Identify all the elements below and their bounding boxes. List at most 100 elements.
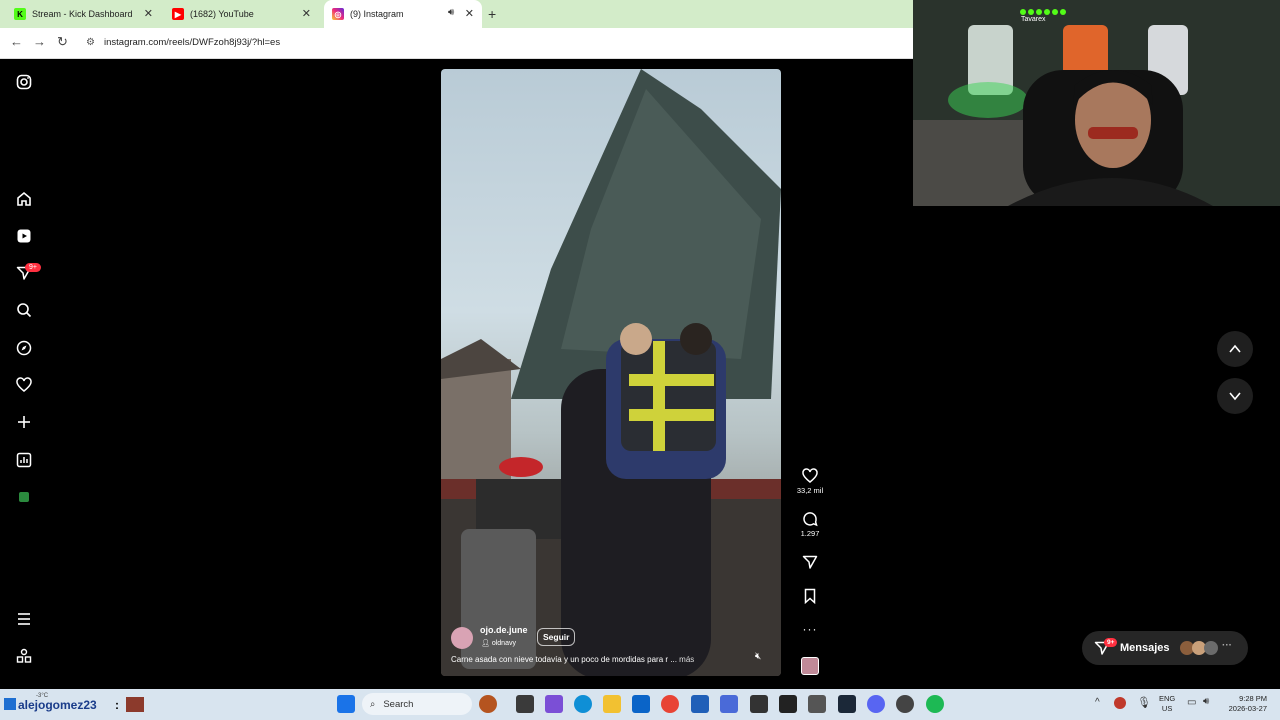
site-info-icon[interactable]: ⚙︎ xyxy=(86,37,95,48)
more-link[interactable]: más xyxy=(679,655,694,664)
comment-count: 1.297 xyxy=(800,529,820,538)
copilot-icon[interactable] xyxy=(545,695,563,713)
instagram-logo-icon[interactable] xyxy=(14,72,34,92)
apps-icon[interactable] xyxy=(14,646,34,666)
volume-icon[interactable]: 🔊︎ xyxy=(1203,696,1209,707)
audio-name: oldnavy xyxy=(491,640,516,647)
menu-icon[interactable] xyxy=(14,609,34,629)
obs-icon[interactable] xyxy=(896,695,914,713)
audio-label[interactable]: 👤︎ oldnavy xyxy=(481,639,516,647)
apps-grid-icon[interactable] xyxy=(750,695,768,713)
reel-scene-image xyxy=(441,69,781,676)
messages-label: Mensajes xyxy=(1120,642,1170,654)
chevron-down-icon xyxy=(1229,392,1241,401)
tray-app-icon[interactable] xyxy=(1114,697,1126,709)
share-button[interactable] xyxy=(796,554,824,572)
close-tab-icon[interactable]: ✕ xyxy=(302,7,311,20)
tab-instagram[interactable]: ◎ (9) Instagram 🔊︎ ✕ xyxy=(324,0,482,28)
search-icon[interactable] xyxy=(14,300,34,320)
webcam-overlay-text: Tavarex xyxy=(1021,16,1046,23)
file-explorer-icon[interactable] xyxy=(603,695,621,713)
search-icon: ⌕ xyxy=(370,698,376,710)
chrome-icon[interactable] xyxy=(661,695,679,713)
capcut-icon[interactable] xyxy=(779,695,797,713)
spotify-icon[interactable] xyxy=(926,695,944,713)
notepad-icon[interactable] xyxy=(808,695,826,713)
instagram-icon: ◎ xyxy=(332,8,344,20)
like-count: 33,2 mil xyxy=(796,486,824,495)
previous-reel-button[interactable] xyxy=(1217,331,1253,367)
tab-kick-dashboard[interactable]: K Stream - Kick Dashboard ✕ xyxy=(6,0,161,28)
reel-caption[interactable]: Carne asada con nieve todavía y un poco … xyxy=(451,655,694,664)
taskbar-search[interactable]: ⌕ Search xyxy=(362,693,472,715)
widget-icon[interactable] xyxy=(479,695,497,713)
heart-icon xyxy=(802,468,818,483)
close-tab-icon[interactable]: ✕ xyxy=(144,7,153,20)
save-button[interactable] xyxy=(796,588,824,606)
reel-video[interactable]: ojo.de.june 👤︎ oldnavy Seguir Carne asad… xyxy=(441,69,781,676)
author-username[interactable]: ojo.de.june xyxy=(480,625,528,635)
dashboard-icon[interactable] xyxy=(14,450,34,470)
colon-separator: : xyxy=(115,698,119,712)
edge-icon[interactable] xyxy=(574,695,592,713)
new-tab-button[interactable]: + xyxy=(488,6,496,22)
author-avatar[interactable] xyxy=(451,627,473,649)
more-icon: ··· xyxy=(1222,640,1232,651)
share-icon xyxy=(802,555,818,569)
steam-icon[interactable] xyxy=(838,695,856,713)
next-reel-button[interactable] xyxy=(1217,378,1253,414)
like-button[interactable]: 33,2 mil xyxy=(796,468,824,495)
speaker-icon[interactable]: 🔊︎ xyxy=(448,7,454,18)
language-indicator[interactable]: ENG US xyxy=(1159,694,1175,714)
forward-icon[interactable]: → xyxy=(33,34,46,49)
windows-start-icon[interactable] xyxy=(337,695,355,713)
vpn-icon[interactable] xyxy=(720,695,738,713)
search-placeholder: Search xyxy=(383,698,414,710)
reels-icon[interactable] xyxy=(14,226,34,246)
notification-badge: 9+ xyxy=(25,263,41,272)
url-field[interactable]: instagram.com/reels/DWFzoh8j93j/?hl=es xyxy=(104,37,280,48)
youtube-icon: ▶ xyxy=(172,8,184,20)
mute-icon[interactable]: 🔇︎ xyxy=(755,651,761,662)
bookmark-icon xyxy=(804,588,816,605)
close-tab-icon[interactable]: ✕ xyxy=(465,7,474,20)
more-options-icon[interactable]: ··· xyxy=(796,622,824,636)
chevron-up-icon[interactable]: ^ xyxy=(1095,697,1100,708)
clock[interactable]: 9:28 PM 2026-03-27 xyxy=(1225,694,1267,714)
messages-badge: 9+ xyxy=(1104,638,1118,647)
back-icon[interactable]: ← xyxy=(10,34,23,49)
tab-title: Stream - Kick Dashboard xyxy=(32,9,133,19)
tab-title: (9) Instagram xyxy=(350,9,404,19)
kick-icon: K xyxy=(14,8,26,20)
task-view-icon[interactable] xyxy=(516,695,534,713)
outlook-icon[interactable] xyxy=(632,695,650,713)
language-code: ENG xyxy=(1159,694,1176,703)
comment-icon xyxy=(803,512,818,527)
webcam-scene-image xyxy=(913,0,1280,206)
weather-temperature: -3°C xyxy=(36,693,49,699)
microphone-icon[interactable]: 🎙︎ xyxy=(1137,696,1151,709)
clock-date: 2026-03-27 xyxy=(1228,704,1267,713)
webcam-overlay: Tavarex xyxy=(913,0,1280,206)
chevron-up-icon xyxy=(1229,344,1241,353)
discord-icon[interactable] xyxy=(867,695,885,713)
comment-button[interactable]: 1.297 xyxy=(796,511,824,538)
audio-thumbnail[interactable] xyxy=(801,657,819,675)
heart-icon[interactable] xyxy=(14,375,34,395)
tab-youtube[interactable]: ▶ (1682) YouTube ✕ xyxy=(164,0,319,28)
clock-time: 9:28 PM xyxy=(1239,694,1267,703)
caption-text: Carne asada con nieve todavía y un poco … xyxy=(451,655,677,664)
home-icon[interactable] xyxy=(14,189,34,209)
emote-image xyxy=(126,697,144,712)
streamer-name: alejogomez23 xyxy=(18,698,97,712)
profile-icon[interactable] xyxy=(14,487,34,507)
messages-button[interactable]: 9+ Mensajes ··· xyxy=(1082,631,1248,665)
stream-tool-icon[interactable] xyxy=(4,698,16,710)
create-icon[interactable] xyxy=(14,412,34,432)
follow-button[interactable]: Seguir xyxy=(537,628,576,646)
reload-icon[interactable]: ↻ xyxy=(57,34,68,50)
store-icon[interactable] xyxy=(691,695,709,713)
network-icon[interactable]: ▭ xyxy=(1187,697,1196,708)
explore-icon[interactable] xyxy=(14,338,34,358)
person-icon: 👤︎ xyxy=(481,640,492,647)
